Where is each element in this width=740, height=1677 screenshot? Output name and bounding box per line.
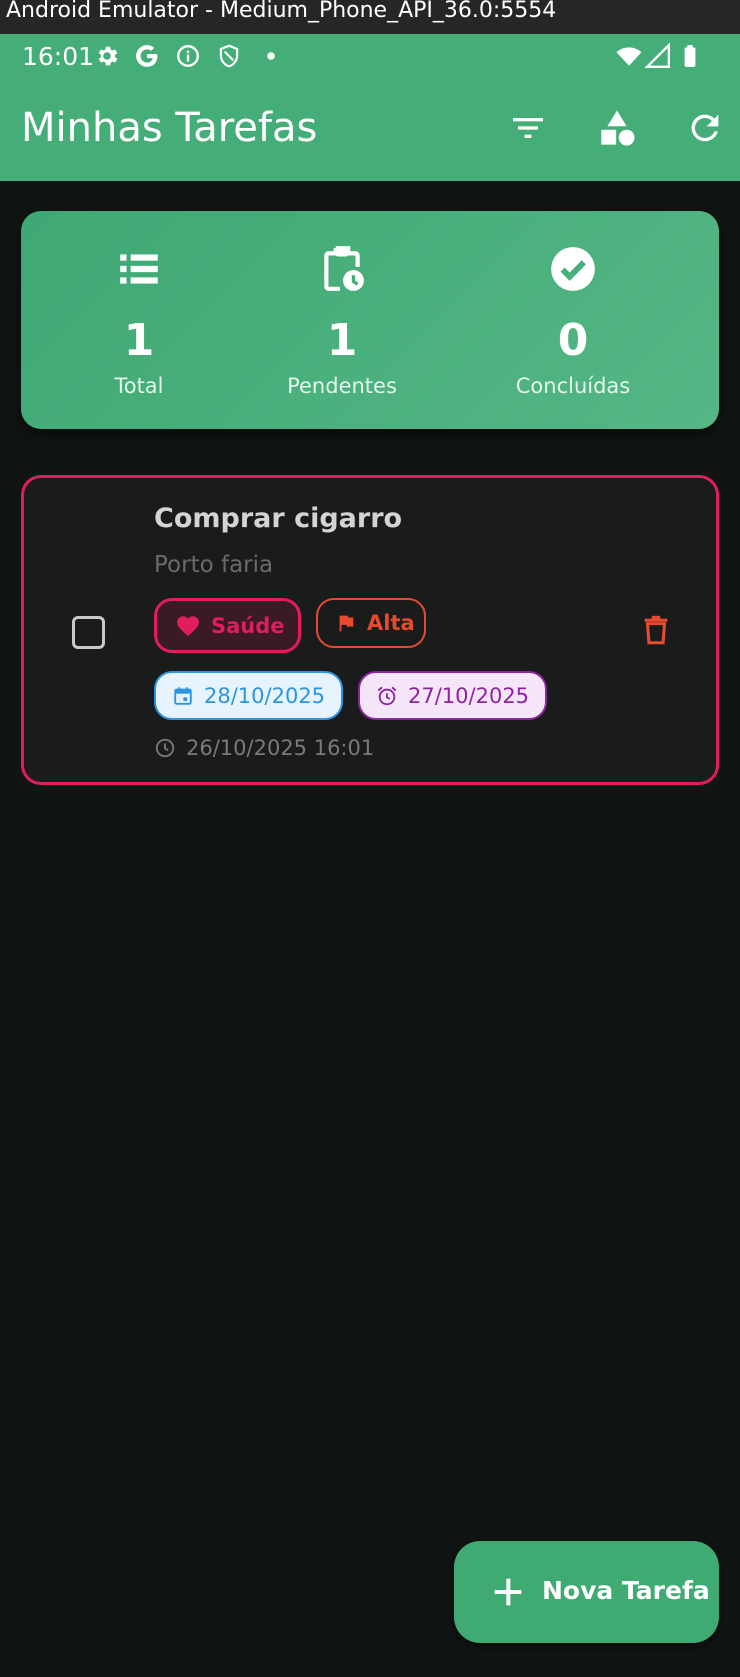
filter-icon bbox=[513, 118, 543, 138]
stat-pending-label: Pendentes bbox=[287, 374, 397, 398]
due-date-chip: 28/10/2025 bbox=[154, 671, 343, 720]
stat-done: 0 Concluídas bbox=[473, 211, 673, 429]
due-date-label: 28/10/2025 bbox=[204, 683, 326, 708]
task-title: Comprar cigarro bbox=[154, 503, 403, 534]
stats-card: 1 Total 1 Pendentes 0 Concluídas bbox=[21, 211, 719, 429]
clipboard-clock-icon bbox=[324, 246, 364, 291]
refresh-button[interactable] bbox=[679, 102, 731, 154]
stat-done-label: Concluídas bbox=[515, 374, 631, 398]
stat-pending-value: 1 bbox=[326, 315, 358, 366]
new-task-label: Nova Tarefa bbox=[542, 1576, 710, 1605]
created-at: 26/10/2025 16:01 bbox=[154, 736, 374, 760]
emulator-window-title: Android Emulator - Medium_Phone_API_36.0… bbox=[0, 0, 740, 34]
stat-total-value: 1 bbox=[123, 315, 155, 366]
heart-icon bbox=[177, 615, 199, 636]
task-card[interactable]: Comprar cigarro Porto faria Saúde Alta 2… bbox=[21, 475, 719, 785]
check-circle-icon bbox=[551, 247, 595, 291]
flag-icon bbox=[339, 615, 354, 632]
plus-icon bbox=[494, 1578, 522, 1606]
settings-icon bbox=[98, 46, 118, 66]
list-icon bbox=[120, 254, 158, 284]
category-icon bbox=[601, 110, 635, 146]
task-description: Porto faria bbox=[154, 552, 274, 578]
category-label: Saúde bbox=[211, 613, 285, 638]
app-bar: Minhas Tarefas bbox=[0, 78, 740, 181]
google-icon bbox=[136, 45, 158, 67]
signal-icon bbox=[645, 43, 671, 69]
reminder-chip: 27/10/2025 bbox=[358, 671, 547, 720]
new-task-button[interactable]: Nova Tarefa bbox=[454, 1541, 719, 1643]
stat-total: 1 Total bbox=[39, 211, 239, 429]
priority-label: Alta bbox=[367, 611, 415, 635]
category-button[interactable] bbox=[591, 102, 643, 154]
calendar-icon bbox=[174, 686, 192, 705]
dot-icon bbox=[267, 52, 275, 60]
status-time: 16:01 bbox=[22, 42, 95, 71]
clock-icon bbox=[155, 738, 175, 758]
trash-icon bbox=[644, 615, 668, 645]
refresh-icon bbox=[691, 114, 719, 142]
battery-icon bbox=[684, 45, 696, 67]
wifi-icon bbox=[616, 47, 642, 66]
stat-total-label: Total bbox=[114, 374, 164, 398]
task-checkbox[interactable] bbox=[72, 616, 105, 649]
category-chip: Saúde bbox=[154, 598, 301, 653]
stat-pending: 1 Pendentes bbox=[242, 211, 442, 429]
status-bar: 16:01 bbox=[0, 34, 740, 78]
reminder-label: 27/10/2025 bbox=[408, 683, 530, 708]
page-title: Minhas Tarefas bbox=[21, 105, 318, 151]
shield-icon bbox=[219, 44, 239, 68]
stat-done-value: 0 bbox=[557, 315, 589, 366]
filter-button[interactable] bbox=[502, 102, 554, 154]
delete-task-button[interactable] bbox=[634, 608, 678, 652]
priority-chip: Alta bbox=[316, 598, 426, 648]
alarm-icon bbox=[377, 686, 397, 705]
info-icon bbox=[177, 45, 199, 67]
created-at-label: 26/10/2025 16:01 bbox=[186, 736, 375, 760]
